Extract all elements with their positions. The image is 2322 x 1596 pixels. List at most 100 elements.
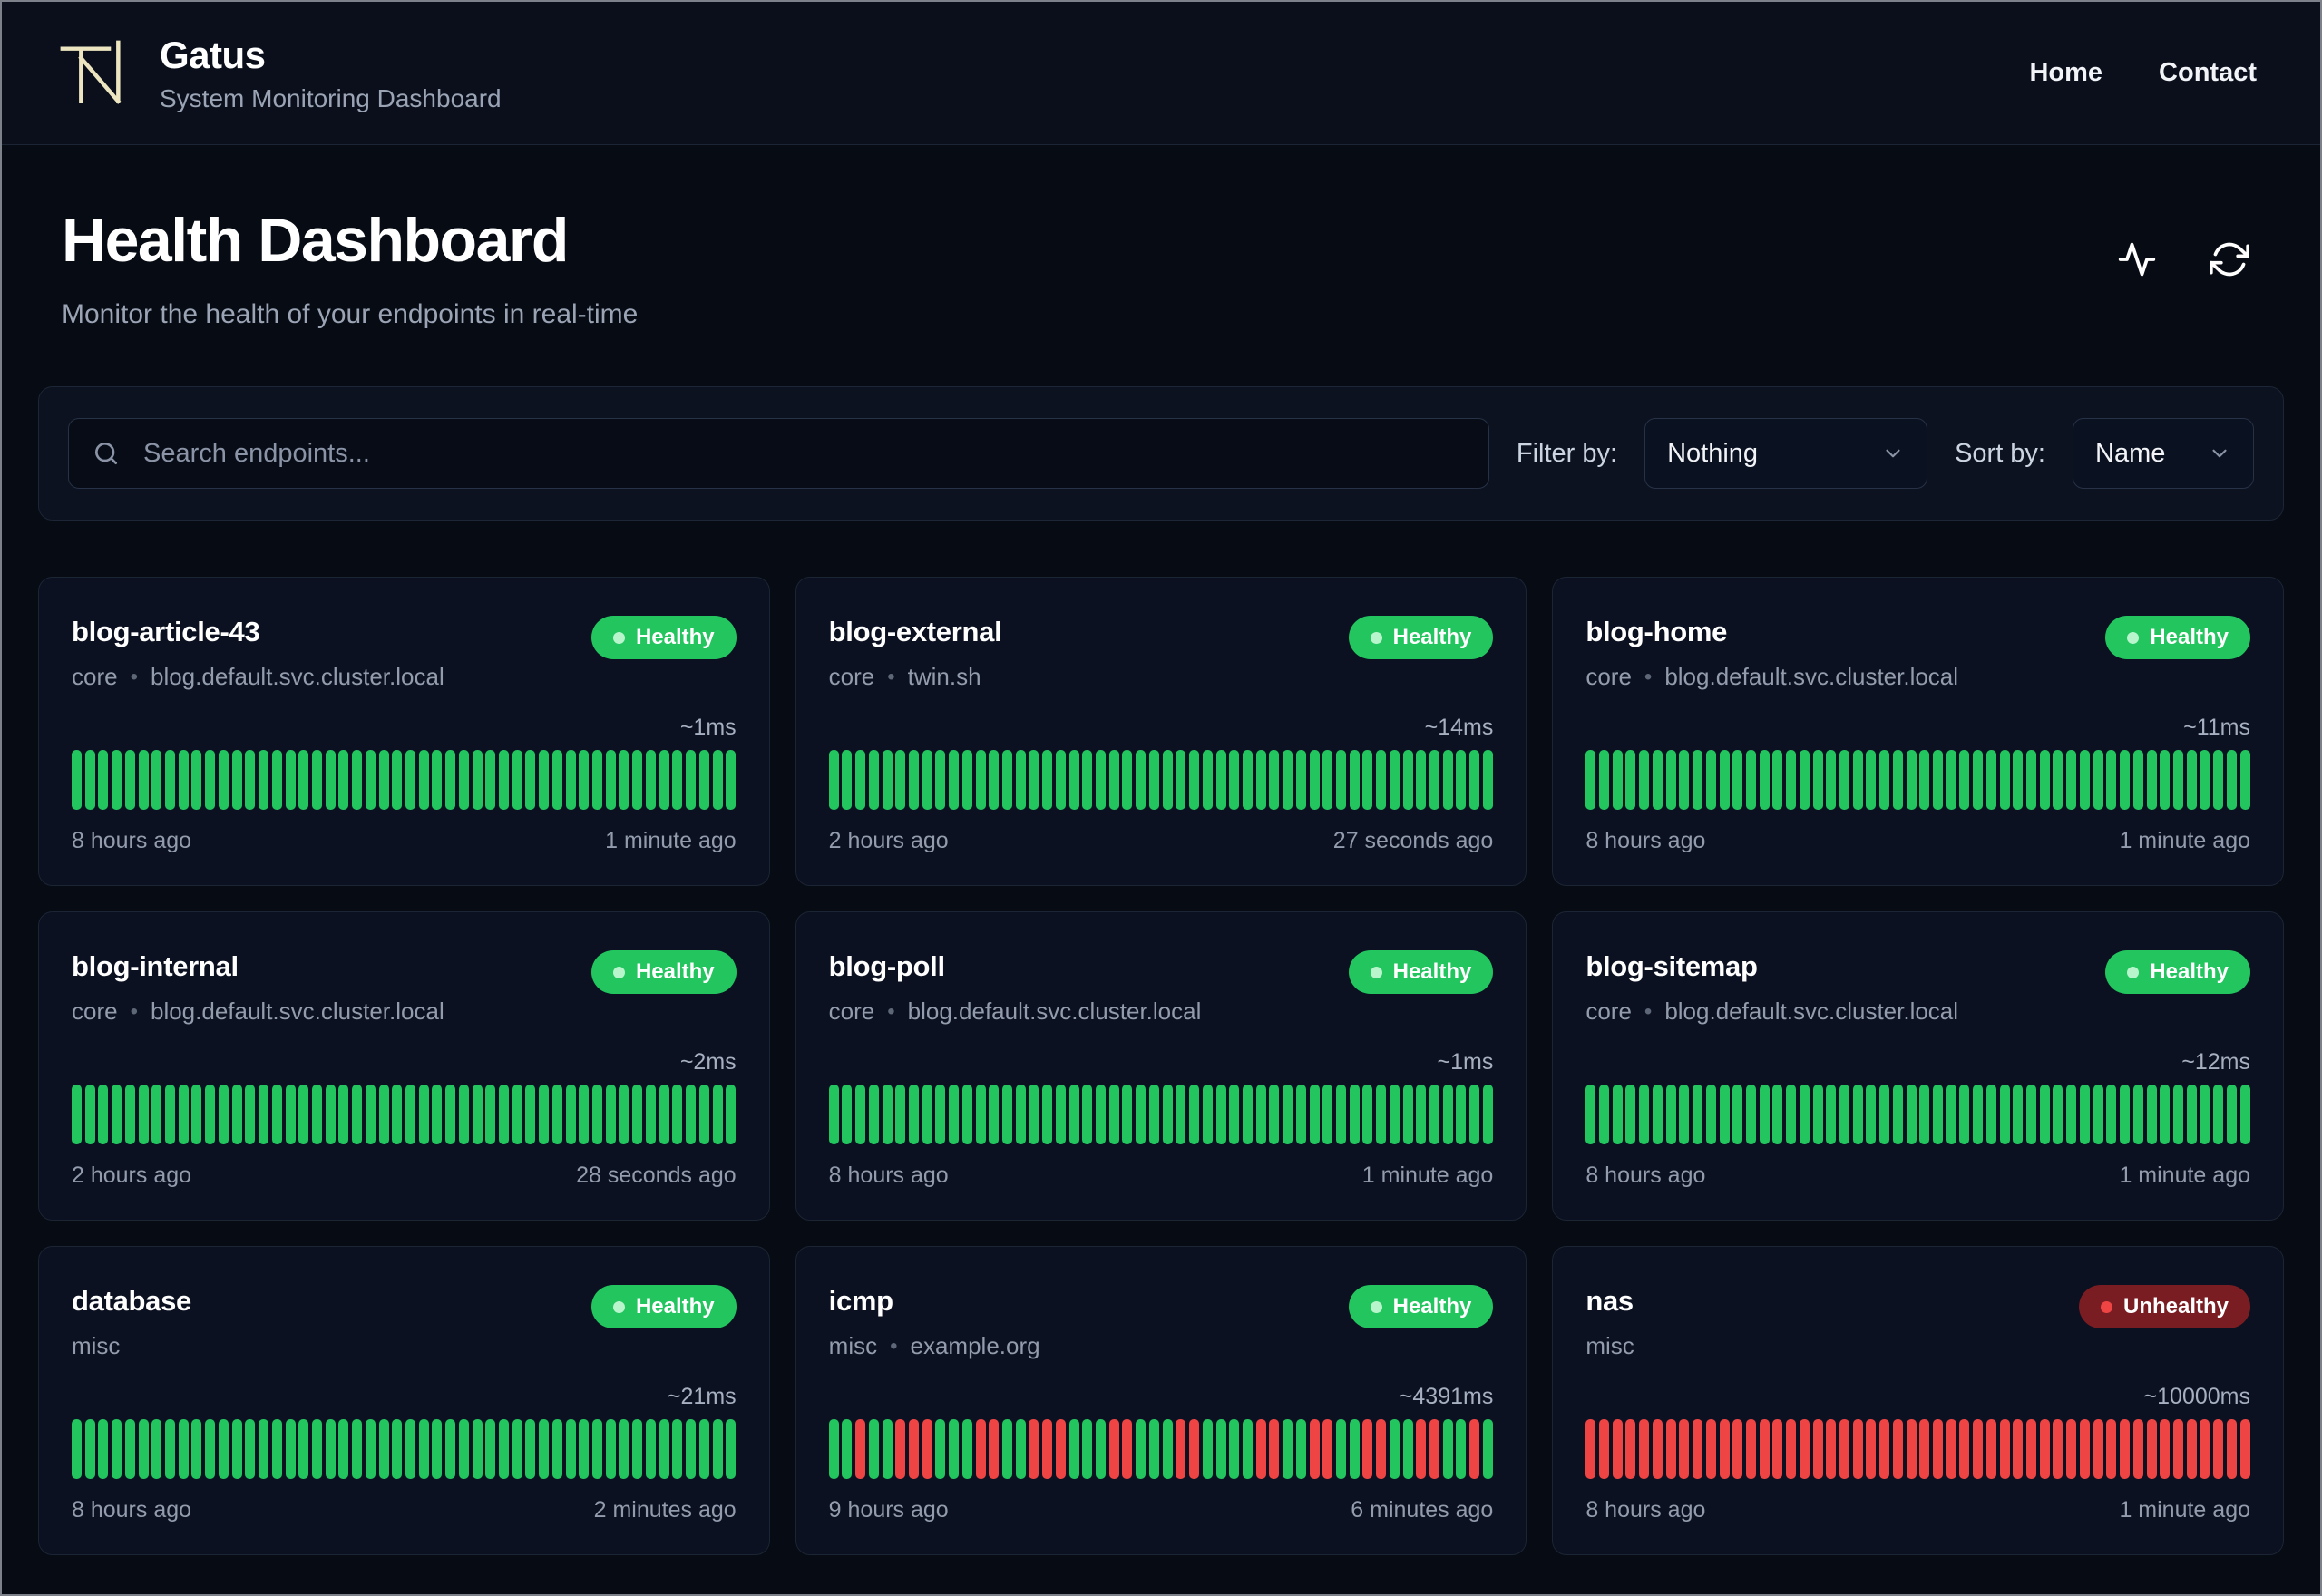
uptime-bar <box>165 1419 176 1479</box>
uptime-bar <box>949 750 960 810</box>
endpoint-meta: core • twin.sh <box>829 663 1002 691</box>
endpoint-name: blog-poll <box>828 950 945 982</box>
uptime-bar <box>672 750 683 810</box>
uptime-bar <box>1295 750 1306 810</box>
downtime-bar <box>1985 1419 1996 1479</box>
downtime-bar <box>1892 1419 1903 1479</box>
downtime-bar <box>1705 1419 1716 1479</box>
app-name: Gatus <box>160 33 266 76</box>
uptime-bar <box>2079 750 2090 810</box>
refresh-icon[interactable] <box>2210 239 2249 279</box>
uptime-bar <box>178 750 189 810</box>
uptime-bar <box>882 1085 893 1144</box>
uptime-bar <box>828 1085 839 1144</box>
uptime-bar <box>1482 1419 1493 1479</box>
brand: Gatus System Monitoring Dashboard <box>54 34 502 113</box>
newest-timestamp: 2 minutes ago <box>593 1497 737 1523</box>
filter-select[interactable]: Nothing <box>1644 418 1928 489</box>
uptime-bar <box>1985 1085 1996 1144</box>
uptime-bar <box>1295 1085 1306 1144</box>
uptime-bar <box>1839 1085 1849 1144</box>
downtime-bar <box>1055 1419 1066 1479</box>
newest-timestamp: 27 seconds ago <box>1332 828 1494 853</box>
uptime-bar <box>418 1419 429 1479</box>
uptime-bar <box>311 1419 322 1479</box>
downtime-bar <box>1585 1419 1596 1479</box>
uptime-bar <box>1335 1085 1346 1144</box>
uptime-bar <box>2186 1085 2197 1144</box>
downtime-bar <box>1429 1419 1439 1479</box>
uptime-bar <box>1456 1085 1467 1144</box>
endpoint-card-blog-home[interactable]: blog-home core • blog.default.svc.cluste… <box>1552 577 2284 886</box>
uptime-bar <box>1162 1419 1173 1479</box>
uptime-bar <box>191 750 202 810</box>
endpoint-card-blog-internal[interactable]: blog-internal core • blog.default.svc.cl… <box>38 911 770 1221</box>
downtime-bar <box>1879 1419 1890 1479</box>
status-badge: Healthy <box>2105 950 2250 994</box>
uptime-bar <box>1639 1085 1650 1144</box>
downtime-bar <box>2026 1419 2037 1479</box>
endpoint-card-blog-article-43[interactable]: blog-article-43 core • blog.default.svc.… <box>38 577 770 886</box>
uptime-bar <box>2039 750 2050 810</box>
latency-label: ~10000ms <box>2143 1384 2250 1409</box>
page-subtitle: Monitor the health of your endpoints in … <box>62 299 639 329</box>
uptime-bar <box>712 1085 723 1144</box>
uptime-bar <box>1745 1085 1756 1144</box>
uptime-bar <box>1362 750 1373 810</box>
meta-separator: • <box>887 998 895 1024</box>
uptime-bar <box>949 1419 960 1479</box>
uptime-bar <box>1295 1419 1306 1479</box>
newest-timestamp: 6 minutes ago <box>1351 1497 1494 1523</box>
uptime-bar <box>1176 1085 1186 1144</box>
meta-separator: • <box>1644 664 1653 689</box>
uptime-bar <box>2013 1085 2024 1144</box>
uptime-bar <box>1946 1085 1956 1144</box>
downtime-bar <box>1652 1419 1663 1479</box>
uptime-bar <box>2053 1085 2063 1144</box>
chevron-down-icon <box>2208 442 2231 465</box>
downtime-bar <box>1732 1419 1743 1479</box>
uptime-bar <box>205 1419 216 1479</box>
uptime-bar <box>1042 1085 1053 1144</box>
oldest-timestamp: 8 hours ago <box>72 828 192 853</box>
search-icon <box>92 439 121 468</box>
uptime-bar <box>205 750 216 810</box>
app-window: Gatus System Monitoring Dashboard Home C… <box>0 0 2322 1596</box>
uptime-bar <box>512 1085 522 1144</box>
endpoint-card-blog-poll[interactable]: blog-poll core • blog.default.svc.cluste… <box>795 911 1527 1221</box>
uptime-bar <box>1812 750 1823 810</box>
uptime-bar <box>499 750 509 810</box>
endpoint-card-nas[interactable]: nas misc • Unhealthy ~10000ms <box>1552 1246 2284 1555</box>
downtime-bar <box>1959 1419 1970 1479</box>
downtime-bar <box>2093 1419 2103 1479</box>
endpoint-card-blog-sitemap[interactable]: blog-sitemap core • blog.default.svc.clu… <box>1552 911 2284 1221</box>
uptime-bar <box>659 1085 669 1144</box>
search-input[interactable] <box>68 418 1489 489</box>
uptime-bar <box>271 1419 282 1479</box>
endpoint-card-blog-external[interactable]: blog-external core • twin.sh Healthy ~14… <box>795 577 1527 886</box>
uptime-bar <box>245 1419 256 1479</box>
uptime-bar <box>1639 750 1650 810</box>
endpoint-card-database[interactable]: database misc • Healthy ~21ms <box>38 1246 770 1555</box>
activity-icon[interactable] <box>2117 239 2157 279</box>
uptime-bar <box>84 1419 95 1479</box>
downtime-bar <box>1255 1419 1266 1479</box>
uptime-bar <box>1442 1419 1453 1479</box>
uptime-bar <box>1269 1085 1280 1144</box>
sort-select[interactable]: Name <box>2073 418 2254 489</box>
uptime-bar <box>935 1085 946 1144</box>
downtime-bar <box>1612 1419 1623 1479</box>
uptime-bar <box>1772 1085 1783 1144</box>
uptime-bar <box>1599 1085 1610 1144</box>
uptime-bar <box>112 1419 122 1479</box>
endpoint-card-icmp[interactable]: icmp misc • example.org Healthy ~4391ms <box>795 1246 1527 1555</box>
nav-link-contact[interactable]: Contact <box>2159 58 2257 88</box>
uptime-bar <box>539 1085 550 1144</box>
uptime-bar <box>285 750 296 810</box>
uptime-bar <box>1055 750 1066 810</box>
uptime-bar <box>882 750 893 810</box>
uptime-bar <box>485 1085 496 1144</box>
nav-link-home[interactable]: Home <box>2029 58 2102 88</box>
uptime-bar <box>989 750 1000 810</box>
uptime-bar <box>2213 750 2224 810</box>
